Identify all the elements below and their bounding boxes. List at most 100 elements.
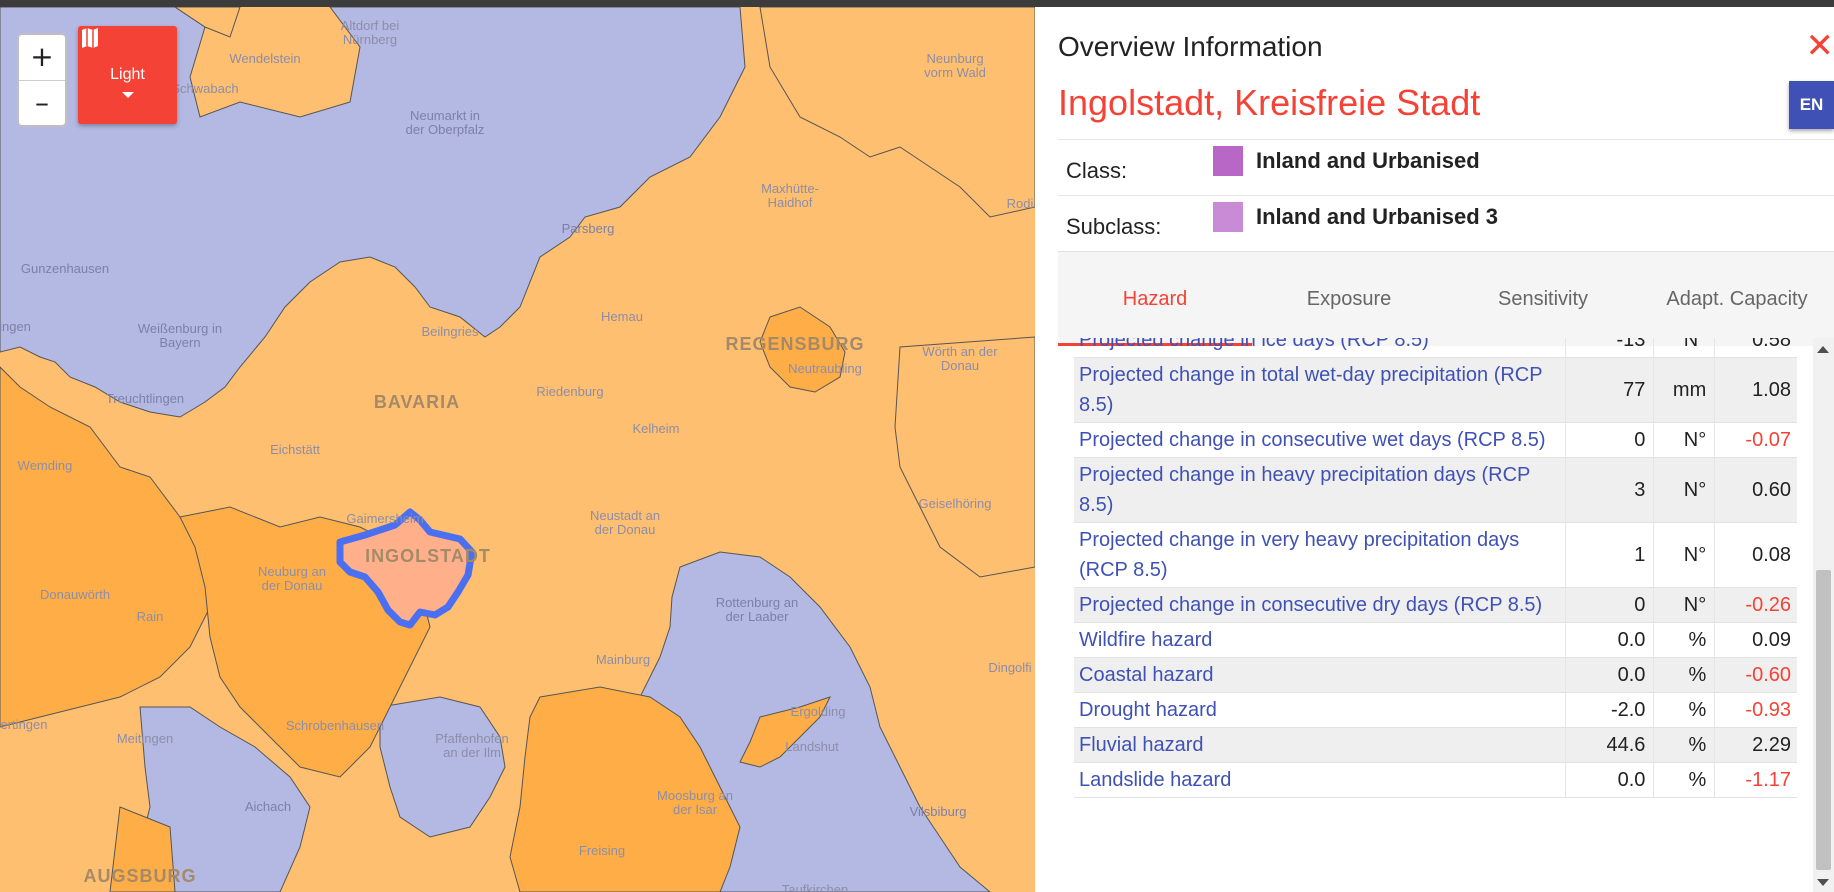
language-button[interactable]: EN (1789, 81, 1834, 129)
table-row: Projected change in consecutive dry days… (1074, 587, 1797, 623)
zoom-in-button[interactable]: + (19, 35, 65, 81)
table-row: Projected change in very heavy precipita… (1074, 522, 1797, 588)
map-label: Dingolfi (988, 660, 1032, 675)
map-label: Schwabach (171, 81, 239, 96)
map-label: Landshut (785, 739, 839, 754)
map-label: Neutraubling (788, 361, 862, 376)
indicator-score: 0.58 (1714, 338, 1797, 358)
indicator-name[interactable]: Projected change in consecutive dry days… (1074, 587, 1566, 623)
map-label: Rottenburg an der Laaber (715, 595, 799, 624)
map-label: Maxhütte- Haidhof (761, 181, 819, 210)
table-row: Wildfire hazard 0.0% 0.09 (1074, 622, 1797, 658)
indicator-unit: % (1653, 727, 1716, 763)
table-row: Projected change in ice days (RCP 8.5) -1… (1074, 338, 1797, 358)
indicator-name[interactable]: Wildfire hazard (1074, 622, 1566, 658)
scrollbar-thumb[interactable] (1816, 570, 1831, 870)
map-label: Parsberg (561, 221, 615, 236)
map-label: Gaimersheim (346, 511, 424, 526)
close-icon[interactable]: ✕ (1806, 29, 1834, 63)
tab-bar: Hazard Exposure Sensitivity Adapt. Capac… (1058, 251, 1834, 346)
tab-adapt-capacity[interactable]: Adapt. Capacity (1640, 252, 1834, 346)
scrollbar[interactable] (1813, 338, 1834, 892)
indicator-unit: N° (1653, 587, 1716, 623)
map-label: Neunburg vorm Wald (924, 51, 986, 80)
zoom-control: + – (17, 33, 67, 127)
map-label: Aichach (244, 799, 292, 814)
scroll-down-icon[interactable] (1817, 879, 1829, 886)
indicator-unit: N° (1653, 457, 1716, 523)
map-label: Donauwörth (39, 587, 111, 602)
indicator-unit: % (1653, 657, 1716, 693)
map-label: Eichstätt (270, 442, 320, 457)
tab-exposure[interactable]: Exposure (1252, 252, 1446, 346)
class-swatch (1213, 146, 1243, 176)
basemap-layer-label: Light (110, 66, 145, 83)
region-name: Ingolstadt, Kreisfreie Stadt (1058, 82, 1481, 123)
map-label: Weißenburg in Bayern (137, 321, 223, 350)
scroll-up-icon[interactable] (1817, 346, 1829, 353)
indicator-name[interactable]: Projected change in ice days (RCP 8.5) (1074, 338, 1566, 358)
indicator-name[interactable]: Projected change in total wet-day precip… (1074, 357, 1566, 423)
hazard-table-container[interactable]: Projected change in ice days (RCP 8.5) -1… (1074, 338, 1834, 885)
map-label: Riedenburg (536, 384, 604, 399)
map-label: Meitingen (116, 731, 174, 746)
subclass-swatch (1213, 202, 1243, 232)
map-label: Hemau (601, 309, 643, 324)
map-label: Freising (578, 843, 626, 858)
map-label: Schrobenhausen (285, 718, 385, 733)
map-label: REGENSBURG (725, 334, 865, 354)
indicator-value: 0.0 (1565, 657, 1655, 693)
map-label: Neuburg an der Donau (258, 564, 326, 593)
map-label: Geiselhöring (918, 496, 992, 511)
indicator-name[interactable]: Coastal hazard (1074, 657, 1566, 693)
table-row: Drought hazard -2.0% -0.93 (1074, 692, 1797, 728)
basemap-layer-button[interactable]: Light (78, 26, 177, 124)
panel-title: Overview Information (1058, 31, 1323, 62)
map-label: Pfaffenhofen an der Ilm (435, 731, 509, 760)
map-label: Rodi (1006, 196, 1034, 211)
indicator-score: 1.08 (1714, 357, 1797, 423)
subclass-label: Subclass: (1066, 214, 1162, 239)
window-top-bar (0, 0, 1834, 7)
choropleth-map[interactable] (0, 7, 1035, 892)
map-label: Altdorf bei Nürnberg (340, 18, 400, 47)
indicator-name[interactable]: Projected change in consecutive wet days… (1074, 422, 1566, 458)
indicator-unit: % (1653, 622, 1716, 658)
map-label: Wörth an der Donau (922, 344, 998, 373)
map-label: Beilngries (421, 324, 479, 339)
map-label: Gunzenhausen (20, 261, 110, 276)
class-label: Class: (1066, 158, 1128, 183)
indicator-value: 0 (1565, 587, 1655, 623)
zoom-out-button[interactable]: – (19, 81, 65, 125)
map-label: Taufkirchen (781, 882, 849, 892)
indicator-name[interactable]: Landslide hazard (1074, 762, 1566, 798)
indicator-name[interactable]: Drought hazard (1074, 692, 1566, 728)
map-view[interactable]: Altdorf bei Nürnberg Wendelstein Schwabac… (0, 7, 1035, 892)
indicator-value: -2.0 (1565, 692, 1655, 728)
indicator-value: 0.0 (1565, 762, 1655, 798)
map-label: BAVARIA (373, 392, 461, 412)
map-label: ingen (0, 319, 31, 334)
map-label: Ergolding (790, 704, 846, 719)
map-label: Rain (136, 609, 164, 624)
map-label: Treuchtlingen (105, 391, 185, 406)
indicator-unit: mm (1653, 357, 1716, 423)
map-label: AUGSBURG (83, 866, 197, 886)
tab-sensitivity[interactable]: Sensitivity (1446, 252, 1640, 346)
indicator-name[interactable]: Fluvial hazard (1074, 727, 1566, 763)
indicator-name[interactable]: Projected change in heavy precipitation … (1074, 457, 1566, 523)
hazard-table: Projected change in ice days (RCP 8.5) -1… (1074, 338, 1797, 798)
tab-hazard[interactable]: Hazard (1058, 252, 1252, 346)
indicator-score: 0.09 (1714, 622, 1797, 658)
indicator-unit: N° (1653, 522, 1716, 588)
indicator-value: 1 (1565, 522, 1655, 588)
table-row: Projected change in total wet-day precip… (1074, 357, 1797, 423)
map-label: Moosburg an der Isar (657, 788, 733, 817)
indicator-score: -0.93 (1714, 692, 1797, 728)
map-label: INGOLSTADT (365, 546, 491, 566)
class-value: Inland and Urbanised (1256, 148, 1480, 173)
table-row: Projected change in heavy precipitation … (1074, 457, 1797, 523)
map-label: Wemding (17, 458, 73, 473)
indicator-value: 3 (1565, 457, 1655, 523)
indicator-name[interactable]: Projected change in very heavy precipita… (1074, 522, 1566, 588)
